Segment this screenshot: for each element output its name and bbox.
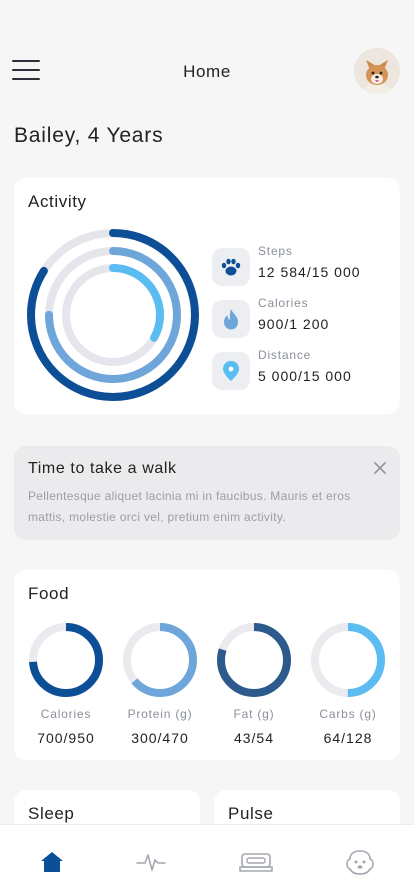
page-title: Home [183,62,231,81]
reminder-title: Time to take a walk [28,460,177,477]
activity-title: Activity [28,192,87,211]
food-card[interactable]: Food Calories 700/950 Protein (g) 300/470 Fa… [14,570,400,760]
distance-value: 5 000/15 000 [258,368,352,384]
tab-home[interactable] [32,845,72,879]
food-item: Protein (g) 300/470 [114,622,206,752]
tab-profile[interactable] [340,845,380,879]
food-value: 300/470 [131,730,189,746]
calories-label: Calories [258,296,309,310]
dog-face-icon [346,850,374,875]
avatar[interactable] [354,48,400,94]
steps-stat: Steps 12 584/15 000 [212,244,392,288]
sleep-title: Sleep [28,804,75,823]
food-title: Food [28,584,70,603]
food-donut-chart [29,623,103,697]
location-pin-icon [212,352,250,390]
activity-rings-chart [27,229,199,401]
pulse-icon [136,854,166,871]
calories-stat: Calories 900/1 200 [212,296,392,340]
calories-value: 900/1 200 [258,316,330,332]
pet-name-age: Bailey, 4 Years [14,124,164,147]
food-label: Calories [40,707,92,721]
distance-stat: Distance 5 000/15 000 [212,348,392,392]
distance-label: Distance [258,348,312,362]
bottom-tab-bar [0,824,414,896]
tab-activity[interactable] [131,845,171,879]
close-icon[interactable] [372,460,388,476]
food-value: 700/950 [37,730,95,746]
pulse-title: Pulse [228,804,274,823]
tab-sleep[interactable] [236,845,276,879]
food-label: Carbs (g) [319,707,377,721]
food-donut-chart [217,623,291,697]
walk-reminder-card[interactable]: Time to take a walk Pellentesque aliquet… [14,446,400,540]
food-donut-chart [123,623,197,697]
bed-icon [239,853,273,872]
food-label: Protein (g) [127,707,193,721]
home-icon [41,852,63,872]
food-item: Calories 700/950 [20,622,112,752]
steps-label: Steps [258,244,293,258]
food-item: Fat (g) 43/54 [208,622,300,752]
steps-value: 12 584/15 000 [258,264,361,280]
flame-icon [212,300,250,338]
food-item: Carbs (g) 64/128 [302,622,394,752]
reminder-body: Pellentesque aliquet lacinia mi in fauci… [28,489,351,524]
food-value: 64/128 [323,730,373,746]
food-donut-chart [311,623,385,697]
paw-icon [212,248,250,286]
food-value: 43/54 [233,730,275,746]
activity-card[interactable]: Activity Steps 12 584/15 000 Calories 90… [14,178,400,414]
app-header: Home [0,46,414,98]
food-label: Fat (g) [233,707,275,721]
dog-avatar-icon [354,48,400,94]
